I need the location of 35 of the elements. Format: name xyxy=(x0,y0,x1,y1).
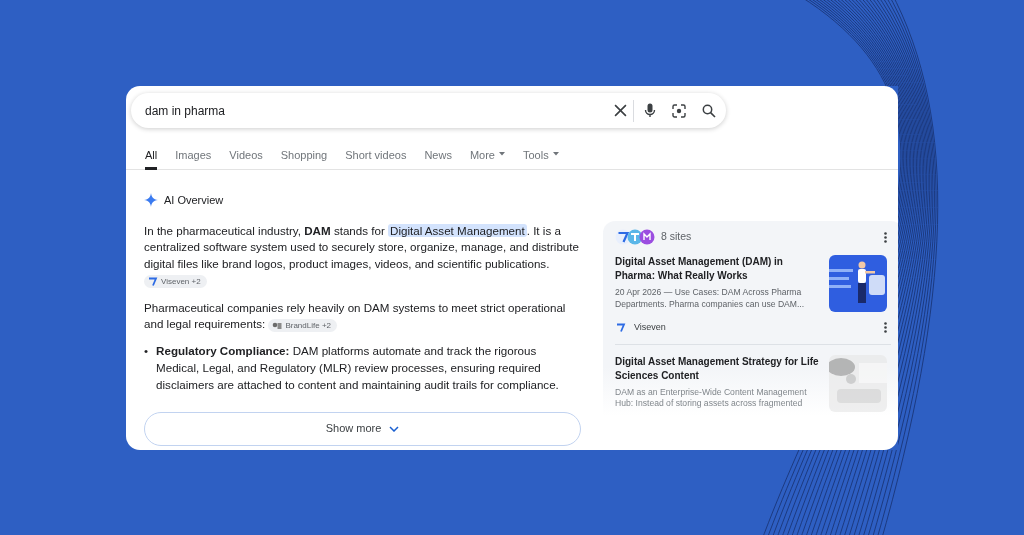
more-options-icon[interactable] xyxy=(884,322,887,334)
tab[interactable]: Shopping xyxy=(280,141,328,170)
source-chip[interactable]: Viseven +2 xyxy=(144,275,207,289)
result-title[interactable]: Digital Asset Management Strategy for Life Sciences Content xyxy=(615,354,821,383)
paragraph: Pharmaceutical companies rely heavily on DAM systems to meet strict operational and legal requirements: BrandLife +2 xyxy=(144,299,567,334)
section-title: AI Overview xyxy=(164,193,224,208)
result-title[interactable]: Digital Asset Management (DAM) in Pharma: What Really Works xyxy=(615,255,821,283)
tab[interactable]: All xyxy=(145,141,158,170)
site-icon xyxy=(615,322,626,334)
tab[interactable]: Tools xyxy=(523,141,559,170)
source-chip[interactable]: BrandLife +2 xyxy=(268,318,337,332)
tab[interactable]: More xyxy=(469,141,505,170)
search-icon[interactable] xyxy=(702,103,716,118)
bullet-item: Regulatory Compliance: DAM platforms automate and track the rigorous Medical, Legal, and Regulatory (MLR) review processes, ensuring required disclaimers are attached to content and maintaining audit trails for compliance. xyxy=(156,343,560,393)
more-options-icon[interactable] xyxy=(884,231,887,243)
paragraph: In the pharmaceutical industry, DAM stands for Digital Asset Management . It is a centralized software system used to securely store, organize, manage, and distribute digital files like brand logos, product images, videos, and scientific publications. Viseven +2 xyxy=(144,222,580,290)
result-snippet: DAM as an Enterprise-Wide Content Management Hub: Instead of storing assets across fragmented xyxy=(615,386,808,410)
site-icons-drawing xyxy=(615,229,655,245)
camera-icon[interactable] xyxy=(672,103,686,118)
tab[interactable]: Short videos xyxy=(345,141,407,170)
search-query: dam in pharma xyxy=(145,102,227,120)
microphone-icon[interactable] xyxy=(644,103,656,118)
show-more-button[interactable]: Show more xyxy=(144,411,581,446)
close-icon[interactable] xyxy=(614,104,627,117)
result-snippet: 20 Apr 2026 — Use Cases: DAM Across Pharma Departments. Pharma companies can use DAM... xyxy=(615,287,806,310)
sparkle-icon xyxy=(144,193,158,208)
search-field[interactable]: dam in pharma xyxy=(131,93,726,128)
site-count: 8 sites xyxy=(661,229,693,245)
site-icon xyxy=(147,276,158,288)
tab[interactable]: Images xyxy=(175,141,212,170)
tab[interactable]: Videos xyxy=(229,141,263,170)
chevron-down-icon xyxy=(389,425,400,432)
bullet-marker: • xyxy=(144,343,149,360)
tab[interactable]: News xyxy=(424,141,452,170)
source-name: Viseven xyxy=(634,321,667,334)
